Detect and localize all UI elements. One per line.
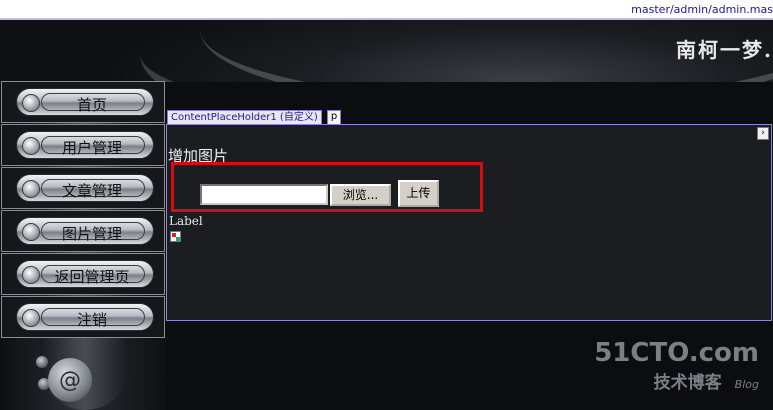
home-label: 首页 (76, 96, 107, 114)
image-management-button[interactable]: 图片管理 (16, 217, 154, 245)
article-management-button[interactable]: 文章管理 (16, 174, 154, 202)
knob-icon (22, 309, 40, 327)
site-title: 南柯一梦. (676, 38, 773, 62)
back-to-admin-button[interactable]: 返回管理页 (16, 260, 154, 288)
logout-label: 注销 (76, 311, 107, 329)
article-management-label: 文章管理 (61, 182, 122, 200)
image-management-label: 图片管理 (61, 225, 122, 243)
watermark: 51CTO.com 技术博客 Blog (594, 338, 759, 393)
smart-tag-arrow-icon[interactable]: › (757, 127, 769, 140)
file-path-input[interactable] (200, 184, 328, 205)
knob-icon (22, 137, 40, 155)
user-management-label: 用户管理 (61, 139, 122, 157)
header-banner: 南柯一梦. (0, 20, 773, 82)
back-to-admin-label: 返回管理页 (54, 268, 130, 286)
knob-icon (22, 94, 40, 112)
watermark-line3: Blog (734, 378, 759, 391)
content-placeholder-tab[interactable]: ContentPlaceHolder1 (自定义) (167, 110, 322, 125)
sidebar-item-images: 图片管理 (1, 210, 165, 252)
at-sign-icon: @ (48, 358, 92, 402)
master-page-path[interactable]: master/admin/admin.mas (631, 3, 773, 16)
sidebar-item-home: 首页 (1, 81, 165, 123)
knob-icon (22, 223, 40, 241)
logout-button[interactable]: 注销 (16, 303, 154, 331)
designer-path-bar: master/admin/admin.mas (0, 0, 773, 21)
sidebar-item-articles: 文章管理 (1, 167, 165, 209)
upload-button[interactable]: 上传 (398, 180, 439, 207)
sidebar-item-logout: 注销 (1, 296, 165, 338)
broken-image-icon (170, 231, 181, 242)
home-button[interactable]: 首页 (16, 88, 154, 116)
knob-icon (22, 266, 40, 284)
sidebar-nav: 首页 用户管理 文章管理 图片管理 返回管理页 注销 (1, 81, 167, 339)
browse-button[interactable]: 浏览... (330, 184, 391, 206)
watermark-line1: 51CTO.com (594, 338, 759, 368)
knob-icon (22, 180, 40, 198)
sidebar-item-users: 用户管理 (1, 124, 165, 166)
content-placeholder-panel: › 增加图片 浏览... 上传 Label (166, 124, 772, 321)
watermark-line2: 技术博客 (653, 373, 722, 393)
decorative-ring (36, 356, 48, 368)
sidebar-item-back: 返回管理页 (1, 253, 165, 295)
user-management-button[interactable]: 用户管理 (16, 131, 154, 159)
paragraph-tag-tab[interactable]: p (327, 110, 341, 125)
label-control: Label (169, 214, 203, 228)
